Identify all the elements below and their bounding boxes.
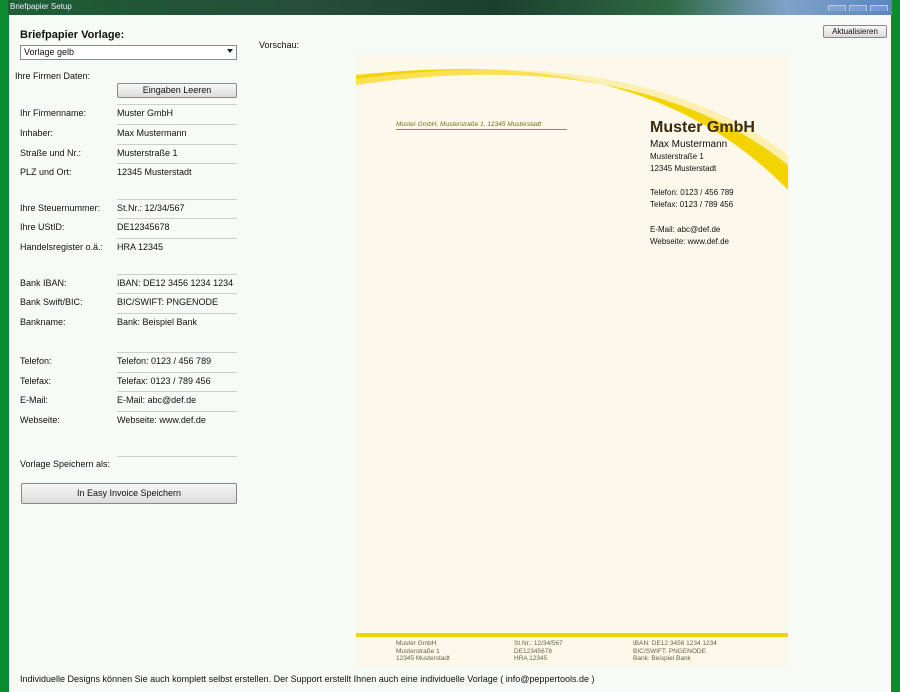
window-title: Briefpapier Setup [10, 2, 72, 11]
support-note: Individuelle Designs können Sie auch kom… [20, 674, 595, 684]
label-trade-register: Handelsregister o.ä.: [20, 242, 104, 252]
template-select-value: Vorlage gelb [24, 47, 75, 57]
preview-street: Musterstraße 1 [650, 152, 704, 161]
input-swift-bic[interactable]: BIC/SWIFT: PNGENODE [117, 293, 237, 310]
main-panel: Briefpapier Vorlage: Vorlage gelb Ihre F… [9, 15, 891, 692]
swoosh-highlight [356, 69, 788, 165]
preview-phone: Telefon: 0123 / 456 789 [650, 188, 734, 197]
input-save-as[interactable] [117, 456, 237, 457]
preview-website: Webseite: www.def.de [650, 237, 730, 246]
window-controls [828, 5, 888, 11]
label-swift-bic: Bank Swift/BIC: [20, 297, 83, 307]
preview-company-name: Muster GmbH [650, 119, 755, 136]
input-company-name[interactable]: Muster GmbH [117, 104, 237, 121]
input-street[interactable]: Musterstraße 1 [117, 144, 237, 161]
label-bank-name: Bankname: [20, 317, 66, 327]
preview-email: E-Mail: abc@def.de [650, 225, 721, 234]
label-email: E-Mail: [20, 395, 49, 405]
input-tax-number[interactable]: St.Nr.: 12/34/567 [117, 199, 237, 216]
footer-line: Bank: Beispiel Bank [633, 655, 691, 662]
footer-accent-bar [356, 633, 788, 637]
letterhead-preview: Muster GmbH, Musterstraße 1, 12345 Muste… [356, 55, 788, 667]
company-data-label: Ihre Firmen Daten: [15, 71, 91, 81]
input-vat-id[interactable]: DE12345678 [117, 218, 237, 235]
label-vat-id: Ihre UStID: [20, 222, 65, 232]
sender-line: Muster GmbH, Musterstraße 1, 12345 Muste… [396, 121, 567, 130]
title-bar: Briefpapier Setup [8, 0, 892, 15]
footer-line: HRA 12345 [514, 655, 548, 662]
footer-tax-column: St.Nr.: 12/34/567 DE12345678 HRA 12345 [514, 640, 563, 663]
label-website: Webseite: [20, 415, 60, 425]
maximize-button[interactable] [849, 5, 867, 11]
input-owner[interactable]: Max Mustermann [117, 124, 237, 141]
preview-fax: Telefax: 0123 / 789 456 [650, 200, 734, 209]
input-phone[interactable]: Telefon: 0123 / 456 789 [117, 352, 237, 369]
minimize-button[interactable] [828, 5, 846, 11]
label-phone: Telefon: [20, 356, 52, 366]
input-bank-name[interactable]: Bank: Beispiel Bank [117, 313, 237, 330]
template-heading: Briefpapier Vorlage: [20, 29, 125, 41]
input-email[interactable]: E-Mail: abc@def.de [117, 391, 237, 408]
footer-address-column: Muster GmbH Musterstraße 1 12345 Musters… [396, 640, 450, 663]
footer-line: BIC/SWIFT: PNGENODE [633, 647, 706, 655]
footer-line: IBAN: DE12 3456 1234 1234 [633, 640, 717, 647]
preview-label: Vorschau: [259, 40, 300, 50]
label-tax-number: Ihre Steuernummer: [20, 203, 101, 213]
footer-line: Muster GmbH [396, 640, 437, 647]
footer-line: DE12345678 [514, 647, 552, 655]
footer-line: 12345 Musterstadt [396, 655, 450, 662]
footer-line: Musterstraße 1 [396, 647, 440, 655]
save-to-easy-invoice-button[interactable]: In Easy Invoice Speichern [21, 483, 237, 504]
preview-city: 12345 Musterstadt [650, 164, 717, 173]
footer-line: St.Nr.: 12/34/567 [514, 640, 563, 647]
label-iban: Bank IBAN: [20, 278, 67, 288]
template-select[interactable]: Vorlage gelb [20, 45, 237, 60]
label-owner: Inhaber: [20, 128, 54, 138]
preview-owner: Max Mustermann [650, 139, 728, 150]
chevron-down-icon [227, 49, 233, 53]
label-street: Straße und Nr.: [20, 148, 82, 158]
input-zip-city[interactable]: 12345 Musterstadt [117, 163, 237, 180]
input-fax[interactable]: Telefax: 0123 / 789 456 [117, 372, 237, 389]
input-website[interactable]: Webseite: www.def.de [117, 411, 237, 428]
input-iban[interactable]: IBAN: DE12 3456 1234 1234 [117, 274, 237, 291]
clear-inputs-button[interactable]: Eingaben Leeren [117, 83, 237, 98]
footer-bank-column: IBAN: DE12 3456 1234 1234 BIC/SWIFT: PNG… [633, 640, 717, 663]
label-fax: Telefax: [20, 376, 52, 386]
input-trade-register[interactable]: HRA 12345 [117, 238, 237, 255]
label-zip-city: PLZ und Ort: [20, 167, 72, 177]
label-company-name: Ihr Firmenname: [20, 108, 87, 118]
label-save-as: Vorlage Speichern als: [20, 459, 111, 469]
close-button[interactable] [870, 5, 888, 11]
refresh-button[interactable]: Aktualisieren [823, 25, 887, 38]
